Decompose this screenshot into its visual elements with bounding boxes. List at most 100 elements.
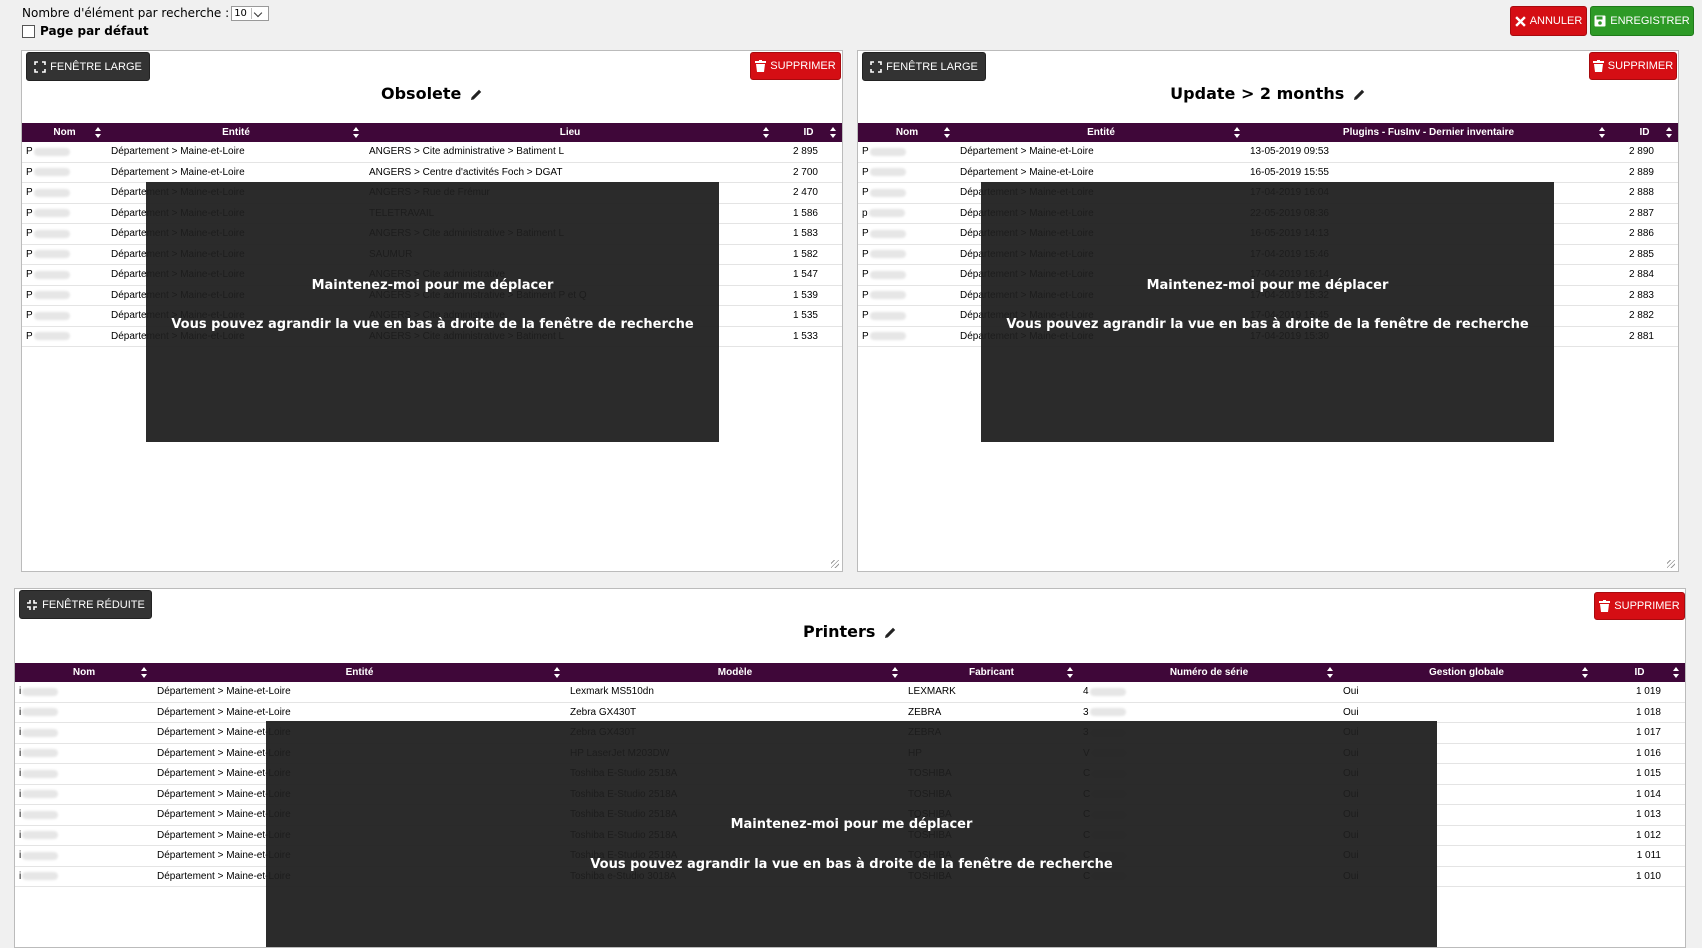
table-cell: Oui bbox=[1343, 706, 1359, 718]
table-row[interactable]: i Département > Maine-et-Loire Lexmark MS5… bbox=[15, 682, 1685, 703]
delete-button[interactable]: SUPPRIMER bbox=[1594, 592, 1685, 620]
table-row[interactable]: i Département > Maine-et-Loire Zebra GX430… bbox=[15, 702, 1685, 723]
redacted-value bbox=[869, 332, 906, 341]
table-cell: P bbox=[22, 326, 107, 347]
row-name[interactable]: P bbox=[862, 269, 869, 280]
table-cell: Département > Maine-et-Loire bbox=[960, 166, 1094, 178]
wide-window-button[interactable]: FENÊTRE LARGE bbox=[862, 52, 986, 81]
column-header-entite[interactable]: Entité bbox=[107, 123, 365, 142]
row-name[interactable]: P bbox=[862, 167, 869, 178]
column-header-entite[interactable]: Entité bbox=[153, 663, 566, 682]
drag-hint-text: Maintenez-moi pour me déplacer bbox=[311, 278, 554, 293]
reduce-window-button[interactable]: FENÊTRE RÉDUITE bbox=[19, 590, 152, 619]
row-name[interactable]: P bbox=[26, 310, 33, 321]
redacted-value bbox=[22, 790, 59, 799]
column-header-nom[interactable]: Nom bbox=[22, 123, 107, 142]
resize-handle[interactable] bbox=[1667, 560, 1675, 568]
row-name[interactable]: P bbox=[26, 167, 33, 178]
table-cell: P bbox=[858, 326, 956, 347]
pencil-icon[interactable] bbox=[884, 626, 897, 639]
column-header-nom[interactable]: Nom bbox=[15, 663, 153, 682]
row-name[interactable]: P bbox=[26, 269, 33, 280]
trash-icon bbox=[1592, 60, 1604, 72]
per-page-select[interactable]: 10 bbox=[231, 5, 269, 21]
table-cell: Oui bbox=[1339, 702, 1594, 723]
table-cell: ANGERS > Centre d'activités Foch > DGAT bbox=[369, 166, 563, 178]
default-page-checkbox[interactable] bbox=[22, 24, 35, 38]
row-name[interactable]: P bbox=[26, 208, 33, 219]
table-cell: 1 011 bbox=[1594, 845, 1685, 867]
table-cell: 1 016 bbox=[1594, 743, 1685, 764]
drag-hint-overlay[interactable]: Maintenez-moi pour me déplacer Vous pouv… bbox=[146, 182, 719, 442]
table-cell: 1 018 bbox=[1594, 702, 1685, 723]
row-name[interactable]: i bbox=[19, 727, 21, 738]
row-name[interactable]: i bbox=[19, 768, 21, 779]
sort-icon bbox=[1327, 667, 1333, 678]
row-name[interactable]: P bbox=[862, 249, 869, 260]
row-name[interactable]: P bbox=[862, 146, 869, 157]
row-name[interactable]: i bbox=[19, 830, 21, 841]
row-name[interactable]: i bbox=[19, 809, 21, 820]
table-cell: 2 885 bbox=[1611, 244, 1678, 265]
column-header-id[interactable]: ID bbox=[1611, 123, 1678, 142]
column-header-id[interactable]: ID bbox=[775, 123, 842, 142]
row-name[interactable]: P bbox=[26, 228, 33, 239]
row-name[interactable]: P bbox=[862, 310, 869, 321]
row-name[interactable]: i bbox=[19, 871, 21, 882]
column-header-entite[interactable]: Entité bbox=[956, 123, 1246, 142]
drag-hint-overlay[interactable]: Maintenez-moi pour me déplacer Vous pouv… bbox=[266, 721, 1437, 947]
delete-button[interactable]: SUPPRIMER bbox=[750, 52, 841, 80]
row-name[interactable]: P bbox=[26, 187, 33, 198]
panel-title[interactable]: Obsolete bbox=[22, 84, 842, 103]
table-cell: Département > Maine-et-Loire bbox=[111, 146, 245, 158]
row-name[interactable]: i bbox=[19, 850, 21, 861]
table-cell: 1 582 bbox=[775, 244, 842, 265]
column-header-gestion-globale[interactable]: Gestion globale bbox=[1339, 663, 1594, 682]
row-name[interactable]: P bbox=[862, 228, 869, 239]
wide-window-button[interactable]: FENÊTRE LARGE bbox=[26, 52, 150, 81]
table-cell: Oui bbox=[1339, 682, 1594, 703]
row-name[interactable]: i bbox=[19, 789, 21, 800]
row-name[interactable]: P bbox=[862, 290, 869, 301]
redacted-value bbox=[22, 708, 59, 717]
pencil-icon[interactable] bbox=[1353, 88, 1366, 101]
row-name[interactable]: P bbox=[26, 290, 33, 301]
delete-button[interactable]: SUPPRIMER bbox=[1589, 52, 1677, 80]
per-page-label: Nombre d'élément par recherche : bbox=[22, 6, 230, 20]
pencil-icon[interactable] bbox=[470, 88, 483, 101]
table-row[interactable]: P Département > Maine-et-Loire 16-05-2019 … bbox=[858, 162, 1678, 183]
row-name[interactable]: p bbox=[862, 208, 868, 219]
row-name[interactable]: P bbox=[862, 331, 869, 342]
redacted-value bbox=[22, 851, 59, 860]
row-name[interactable]: i bbox=[19, 748, 21, 759]
row-name[interactable]: i bbox=[19, 686, 21, 697]
table-row[interactable]: P Département > Maine-et-Loire ANGERS > Ci… bbox=[22, 142, 842, 163]
column-header-id[interactable]: ID bbox=[1594, 663, 1685, 682]
row-name[interactable]: P bbox=[26, 331, 33, 342]
table-cell: ANGERS > Cite administrative > Batiment … bbox=[369, 146, 565, 158]
row-name[interactable]: P bbox=[26, 146, 33, 157]
save-button[interactable]: ENREGISTRER bbox=[1590, 6, 1694, 36]
table-cell: 16-05-2019 15:55 bbox=[1246, 162, 1611, 183]
column-header-last-inventory[interactable]: Plugins - FusInv - Dernier inventaire bbox=[1246, 123, 1611, 142]
column-header-modele[interactable]: Modèle bbox=[566, 663, 904, 682]
panel-title[interactable]: Update > 2 months bbox=[858, 84, 1678, 103]
table-row[interactable]: P Département > Maine-et-Loire ANGERS > Ce… bbox=[22, 162, 842, 183]
column-header-nom[interactable]: Nom bbox=[858, 123, 956, 142]
panel-update[interactable]: FENÊTRE LARGE SUPPRIMER Update > 2 month… bbox=[857, 50, 1679, 572]
table-cell: i bbox=[15, 825, 153, 846]
panel-title[interactable]: Printers bbox=[15, 622, 1685, 641]
table-row[interactable]: P Département > Maine-et-Loire 13-05-2019 … bbox=[858, 142, 1678, 163]
resize-handle[interactable] bbox=[831, 560, 839, 568]
row-name[interactable]: P bbox=[26, 249, 33, 260]
drag-hint-overlay[interactable]: Maintenez-moi pour me déplacer Vous pouv… bbox=[981, 182, 1554, 442]
cancel-button[interactable]: ANNULER bbox=[1510, 6, 1587, 36]
panel-obsolete[interactable]: FENÊTRE LARGE SUPPRIMER Obsolete Nom Ent… bbox=[21, 50, 843, 572]
column-header-numero-serie[interactable]: Numéro de série bbox=[1079, 663, 1339, 682]
panel-printers[interactable]: FENÊTRE RÉDUITE SUPPRIMER Printers Nom E… bbox=[14, 588, 1686, 948]
column-header-fabricant[interactable]: Fabricant bbox=[904, 663, 1079, 682]
table-cell: P bbox=[22, 142, 107, 163]
column-header-lieu[interactable]: Lieu bbox=[365, 123, 775, 142]
row-name[interactable]: P bbox=[862, 187, 869, 198]
row-name[interactable]: i bbox=[19, 707, 21, 718]
